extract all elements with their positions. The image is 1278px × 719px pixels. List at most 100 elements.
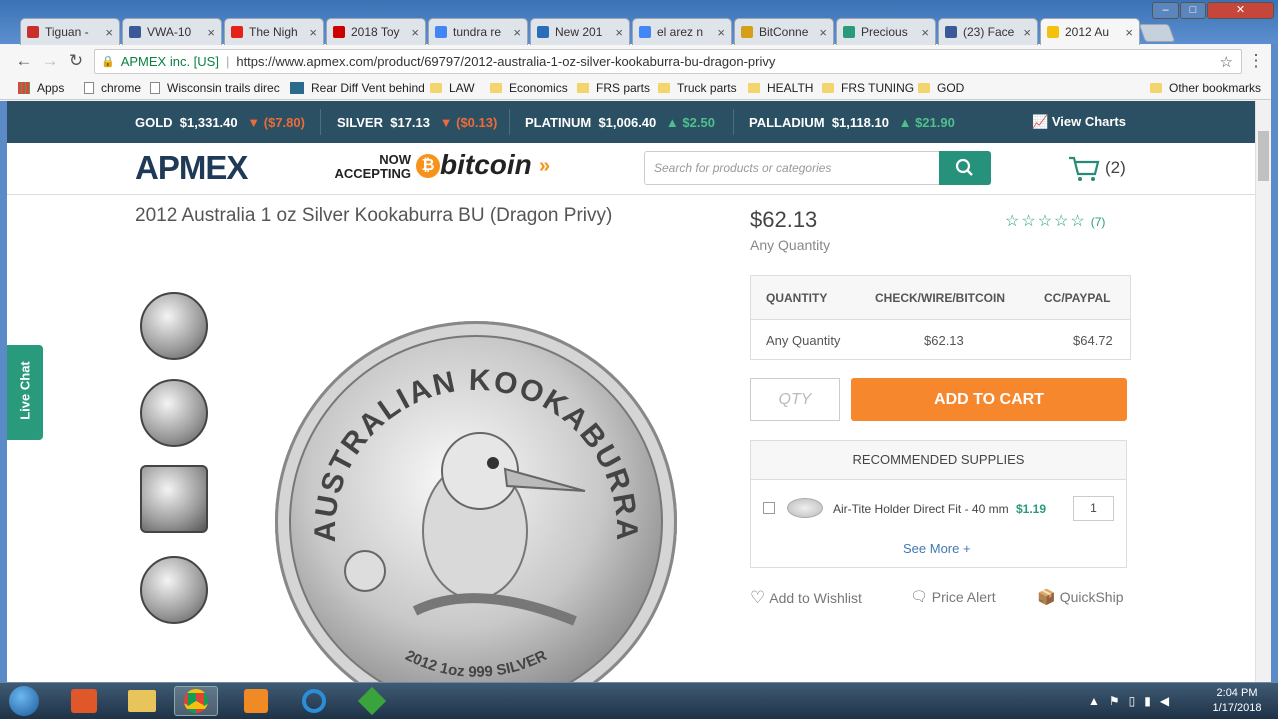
tab-close-icon[interactable]: × (1125, 25, 1133, 40)
supply-checkbox[interactable] (763, 502, 775, 514)
pricing-table: QUANTITY CHECK/WIRE/BITCOIN CC/PAYPAL An… (750, 275, 1131, 360)
search-button[interactable] (939, 151, 991, 185)
browser-tab[interactable]: 2012 Au × (1040, 18, 1140, 45)
tab-close-icon[interactable]: × (411, 25, 419, 40)
pricing-header-cc: CC/PAYPAL (1044, 291, 1111, 305)
quickship[interactable]: 📦 QuickShip (1037, 588, 1124, 606)
pricing-row-quantity: Any Quantity (766, 333, 841, 348)
browser-tab[interactable]: New 201 × (530, 18, 630, 45)
tab-label: Precious (861, 25, 908, 39)
up-arrow-icon: ▲ (898, 115, 912, 130)
browser-tab[interactable]: 2018 Toy × (326, 18, 426, 45)
bookmark-item[interactable]: Apps (18, 81, 64, 95)
restore-button[interactable]: □ (1180, 2, 1206, 19)
bookmark-label: Apps (37, 81, 65, 95)
quantity-input[interactable]: QTY (750, 378, 840, 421)
ticker-palladium[interactable]: PALLADIUM $1,118.10 ▲ $21.90 (749, 115, 955, 130)
close-window-button[interactable]: ✕ (1207, 2, 1274, 19)
product-price: $62.13 (750, 207, 818, 232)
ticker-silver[interactable]: SILVER $17.13 ▼ ($0.13) (337, 115, 497, 130)
thumbnail-obverse[interactable] (140, 292, 208, 360)
back-icon[interactable]: ← (14, 51, 34, 71)
price-alert[interactable]: 🗨 Price Alert (910, 588, 996, 605)
ticker-gold[interactable]: GOLD $1,331.40 ▼ ($7.80) (135, 115, 305, 130)
tab-label: 2012 Au (1065, 25, 1110, 39)
cart-button[interactable]: (2) (1067, 153, 1137, 183)
browser-tab[interactable]: (23) Face × (938, 18, 1038, 45)
browser-tab[interactable]: Tiguan - × (20, 18, 120, 45)
cart-icon (1069, 156, 1100, 181)
add-to-wishlist[interactable]: ♡ Add to Wishlist (750, 588, 862, 608)
bookmark-item[interactable]: LAW (430, 81, 475, 95)
metals-ticker: GOLD $1,331.40 ▼ ($7.80) SILVER $17.13 ▼… (7, 101, 1255, 143)
bookmark-item[interactable]: FRS TUNING (822, 81, 914, 95)
search-icon (955, 158, 973, 176)
tab-close-icon[interactable]: × (309, 25, 317, 40)
system-tray-icons[interactable]: ▲⚑▯▮◀ (1088, 694, 1178, 708)
rating-stars[interactable]: ☆☆☆☆☆ (7) (1005, 211, 1105, 231)
start-button[interactable] (4, 686, 44, 716)
tab-close-icon[interactable]: × (819, 25, 827, 40)
bitcoin-promo[interactable]: NOW ACCEPTING ₿ bitcoin » (329, 149, 559, 183)
star-icon[interactable]: ☆ (1220, 53, 1233, 71)
bookmark-item[interactable]: HEALTH (748, 81, 813, 95)
bookmark-item[interactable]: Economics (490, 81, 568, 95)
folder-icon (658, 83, 670, 93)
reload-icon[interactable]: ↻ (66, 51, 86, 71)
scrollbar-thumb[interactable] (1258, 131, 1269, 181)
browser-tab[interactable]: tundra re × (428, 18, 528, 45)
taskbar-ie[interactable] (292, 686, 336, 716)
bookmark-item[interactable]: Truck parts (658, 81, 737, 95)
browser-tab[interactable]: The Nigh × (224, 18, 324, 45)
supply-qty-input[interactable]: 1 (1073, 496, 1114, 521)
view-charts-link[interactable]: 📈 View Charts (1032, 114, 1126, 130)
tab-close-icon[interactable]: × (207, 25, 215, 40)
down-arrow-icon: ▼ (439, 115, 453, 130)
new-tab-button[interactable] (1138, 24, 1176, 42)
system-clock[interactable]: 2:04 PM 1/17/2018 (1200, 686, 1274, 716)
forward-icon[interactable]: → (40, 51, 60, 71)
browser-tab[interactable]: Precious × (836, 18, 936, 45)
taskbar-media[interactable] (234, 686, 278, 716)
bookmark-item[interactable]: GOD (918, 81, 964, 95)
taskbar-explorer[interactable] (120, 686, 164, 716)
thumbnail-detail[interactable] (140, 465, 208, 533)
add-to-cart-button[interactable]: ADD TO CART (851, 378, 1127, 421)
bookmark-item[interactable]: chrome (84, 81, 141, 95)
price-quantity-note: Any Quantity (750, 237, 831, 253)
tab-close-icon[interactable]: × (105, 25, 113, 40)
search-input[interactable]: Search for products or categories (644, 151, 940, 185)
recommended-supplies: RECOMMENDED SUPPLIES Air-Tite Holder Dir… (750, 440, 1127, 568)
see-more-link[interactable]: See More + (903, 541, 971, 556)
product-image: AUSTRALIAN KOOKABURRA 2012 1oz 999 SILVE… (275, 321, 677, 682)
other-bookmarks[interactable]: Other bookmarks (1150, 81, 1261, 95)
tab-close-icon[interactable]: × (513, 25, 521, 40)
thumbnail-reverse[interactable] (140, 379, 208, 447)
bookmark-item[interactable]: FRS parts (577, 81, 650, 95)
browser-tab[interactable]: VWA-10 × (122, 18, 222, 45)
product-title: 2012 Australia 1 oz Silver Kookaburra BU… (135, 205, 613, 226)
tab-close-icon[interactable]: × (1023, 25, 1031, 40)
tab-close-icon[interactable]: × (921, 25, 929, 40)
apmex-logo[interactable]: APMEX (135, 149, 248, 187)
minimize-button[interactable]: – (1152, 2, 1179, 19)
supply-name[interactable]: Air-Tite Holder Direct Fit - 40 mm (833, 502, 1009, 516)
browser-tab[interactable]: BitConne × (734, 18, 834, 45)
taskbar-app-6[interactable] (350, 686, 394, 716)
menu-icon[interactable]: ⋮ (1246, 51, 1266, 71)
thumbnail-angle[interactable] (140, 556, 208, 624)
tab-close-icon[interactable]: × (717, 25, 725, 40)
page-scrollbar[interactable] (1255, 101, 1271, 682)
taskbar-app-1[interactable] (62, 686, 106, 716)
supply-price: $1.19 (1016, 502, 1047, 516)
live-chat-tab[interactable]: Live Chat (7, 345, 43, 440)
ticker-platinum[interactable]: PLATINUM $1,006.40 ▲ $2.50 (525, 115, 715, 130)
address-bar[interactable]: 🔒 APMEX inc. [US] | https://www.apmex.co… (94, 49, 1242, 74)
bookmark-item[interactable]: Wisconsin trails direc (150, 81, 280, 95)
folder-icon (1150, 83, 1162, 93)
tab-close-icon[interactable]: × (615, 25, 623, 40)
taskbar-chrome[interactable] (174, 686, 218, 716)
bookmark-item[interactable]: Rear Diff Vent behind (290, 81, 425, 95)
browser-tab[interactable]: el arez n × (632, 18, 732, 45)
favicon-icon (27, 26, 39, 38)
